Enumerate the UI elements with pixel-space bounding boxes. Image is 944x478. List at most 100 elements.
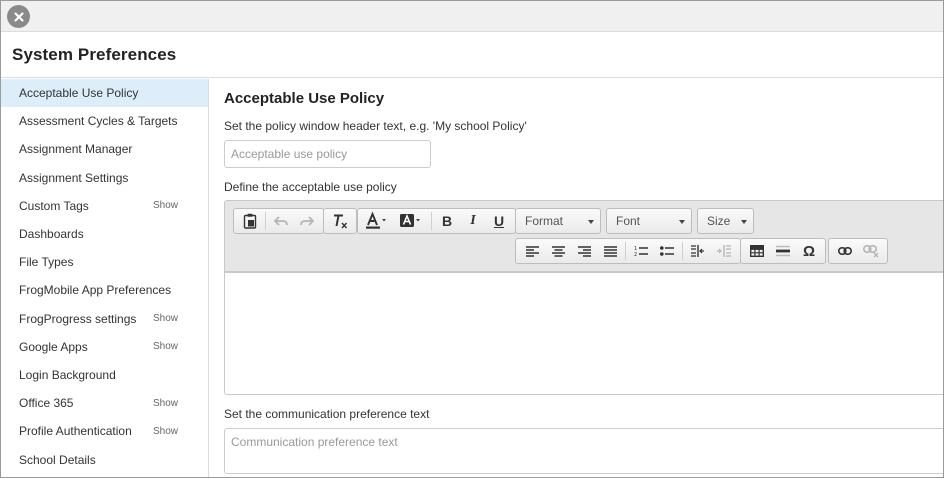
indent-icon	[717, 245, 731, 257]
close-button[interactable]	[7, 5, 30, 28]
align-right-icon	[577, 245, 591, 257]
text-style-group: B I U	[357, 208, 516, 234]
header-text-input[interactable]	[224, 140, 431, 168]
text-color-button[interactable]	[361, 210, 395, 232]
size-dropdown[interactable]: Size	[697, 208, 754, 234]
sidebar-item-frogmobile-app-preferences[interactable]: FrogMobile App Preferences	[1, 276, 208, 304]
editor-content-area[interactable]	[225, 273, 943, 394]
align-right-button[interactable]	[571, 240, 597, 262]
sidebar-item-assignment-manager[interactable]: Assignment Manager	[1, 135, 208, 163]
close-icon	[13, 11, 24, 22]
show-toggle[interactable]: Show	[153, 200, 178, 211]
insert-link-button[interactable]	[832, 240, 858, 262]
sidebar-item-google-apps[interactable]: Google Apps Show	[1, 333, 208, 361]
sidebar-item-label: FrogProgress settings	[19, 311, 137, 326]
justify-icon	[603, 245, 617, 257]
paragraph-group: 1 2	[515, 238, 741, 264]
sidebar-item-assignment-settings[interactable]: Assignment Settings	[1, 164, 208, 192]
omega-icon: Ω	[802, 242, 816, 260]
sidebar-item-label: Google Apps	[19, 339, 88, 354]
chevron-down-icon	[741, 220, 747, 224]
remove-format-button[interactable]	[327, 210, 353, 232]
unlink-button[interactable]	[858, 240, 884, 262]
show-toggle[interactable]: Show	[153, 313, 178, 324]
sidebar-item-label: File Types	[19, 255, 74, 270]
remove-format-icon	[334, 214, 348, 228]
sidebar-item-label: FrogMobile App Preferences	[19, 283, 172, 298]
header-text-label: Set the policy window header text, e.g. …	[224, 119, 527, 133]
sidebar: Acceptable Use Policy Assessment Cycles …	[1, 79, 209, 477]
align-center-button[interactable]	[545, 240, 571, 262]
font-dropdown[interactable]: Font	[606, 208, 692, 234]
sidebar-item-acceptable-use-policy[interactable]: Acceptable Use Policy	[1, 79, 208, 108]
sidebar-item-label: Assessment Cycles & Targets	[19, 114, 178, 129]
format-dropdown[interactable]: Format	[515, 208, 601, 234]
special-character-button[interactable]: Ω	[796, 240, 822, 262]
italic-button[interactable]: I	[460, 210, 486, 232]
sidebar-item-label: Acceptable Use Policy	[19, 86, 139, 101]
sidebar-item-label: Login Background	[19, 367, 116, 382]
clipboard-icon	[243, 213, 257, 229]
undo-icon	[273, 216, 288, 226]
justify-button[interactable]	[597, 240, 623, 262]
paste-group	[233, 208, 324, 234]
sidebar-item-frogprogress-settings[interactable]: FrogProgress settings Show	[1, 305, 208, 333]
insert-table-button[interactable]	[744, 240, 770, 262]
increase-indent-button[interactable]	[711, 240, 737, 262]
toolbar-separator	[625, 242, 626, 260]
align-left-icon	[525, 245, 539, 257]
font-dropdown-label: Font	[616, 214, 641, 228]
toolbar-separator	[431, 212, 432, 230]
sidebar-item-label: Profile Authentication	[19, 424, 132, 439]
show-toggle[interactable]: Show	[153, 426, 178, 437]
bold-icon: B	[441, 213, 453, 229]
numbered-list-button[interactable]: 1 2	[628, 240, 654, 262]
toolbar-separator	[682, 242, 683, 260]
svg-text:2: 2	[634, 252, 637, 258]
underline-button[interactable]: U	[486, 210, 512, 232]
sidebar-item-profile-authentication[interactable]: Profile Authentication Show	[1, 417, 208, 445]
numbered-list-icon: 1 2	[634, 246, 648, 258]
bulleted-list-button[interactable]	[654, 240, 680, 262]
preferences-window: System Preferences Acceptable Use Policy…	[0, 0, 944, 478]
sidebar-item-custom-tags[interactable]: Custom Tags Show	[1, 192, 208, 220]
sidebar-item-label: Dashboards	[19, 227, 84, 242]
horizontal-line-button[interactable]	[770, 240, 796, 262]
editor-toolbar: B I U Format Font Size 1 2 Ω	[225, 201, 943, 273]
title-bar	[1, 1, 943, 32]
link-icon	[838, 247, 852, 256]
toolbar-separator	[265, 212, 266, 230]
communication-text-input[interactable]	[224, 428, 943, 474]
paste-button[interactable]	[237, 210, 263, 232]
outdent-icon	[691, 245, 704, 257]
chevron-down-icon	[679, 220, 685, 224]
sidebar-item-label: Custom Tags	[19, 198, 89, 213]
show-toggle[interactable]: Show	[153, 341, 178, 352]
background-color-button[interactable]	[395, 210, 429, 232]
background-color-icon	[400, 213, 420, 227]
decrease-indent-button[interactable]	[685, 240, 711, 262]
align-left-button[interactable]	[519, 240, 545, 262]
undo-button[interactable]	[268, 210, 294, 232]
sidebar-item-office-365[interactable]: Office 365 Show	[1, 389, 208, 417]
sidebar-item-file-types[interactable]: File Types	[1, 248, 208, 276]
page-header: System Preferences	[1, 32, 943, 78]
redo-icon	[300, 216, 315, 226]
redo-button[interactable]	[294, 210, 320, 232]
show-toggle[interactable]: Show	[153, 398, 178, 409]
align-center-icon	[551, 245, 565, 257]
insert-group: Ω	[740, 238, 826, 264]
policy-label: Define the acceptable use policy	[224, 180, 397, 194]
rich-text-editor: B I U Format Font Size 1 2 Ω	[224, 200, 943, 395]
sidebar-item-dashboards[interactable]: Dashboards	[1, 220, 208, 248]
bold-button[interactable]: B	[434, 210, 460, 232]
page-title: System Preferences	[12, 45, 177, 64]
section-title: Acceptable Use Policy	[224, 90, 385, 107]
sidebar-item-school-details[interactable]: School Details	[1, 445, 208, 473]
sidebar-item-login-background[interactable]: Login Background	[1, 361, 208, 389]
table-icon	[749, 244, 765, 258]
sidebar-item-assessment-cycles[interactable]: Assessment Cycles & Targets	[1, 107, 208, 135]
horizontal-rule-icon	[776, 245, 790, 257]
size-dropdown-label: Size	[707, 214, 731, 228]
underline-icon: U	[493, 213, 505, 229]
